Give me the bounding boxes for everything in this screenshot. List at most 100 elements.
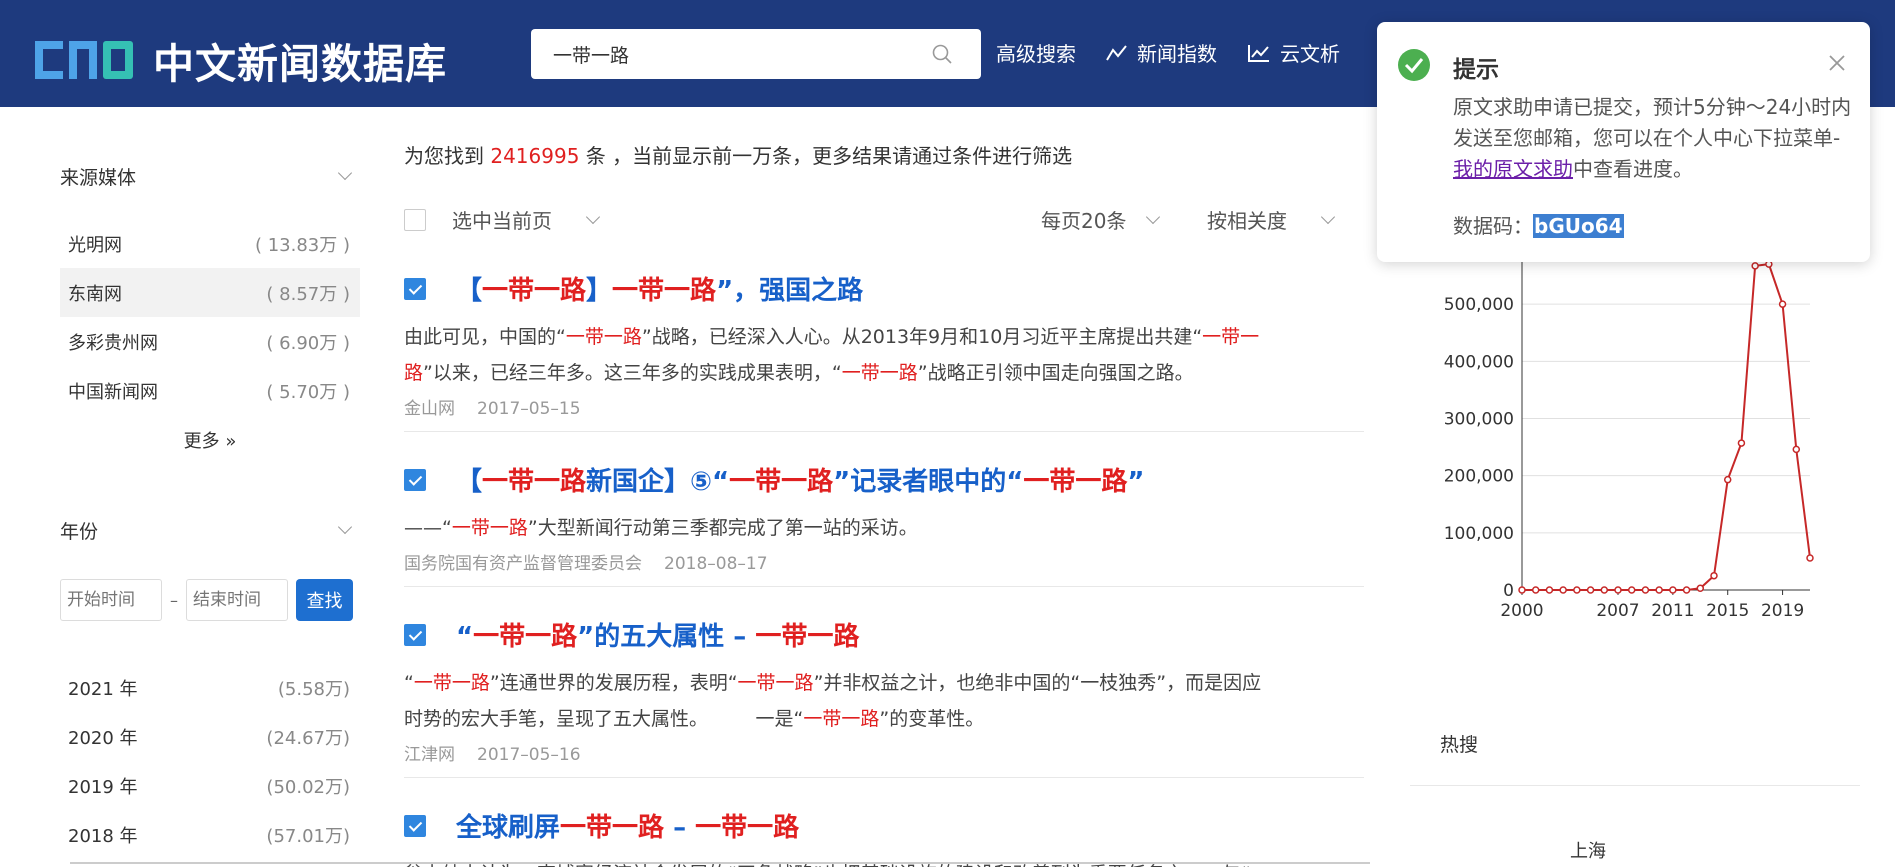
data-point [1614, 586, 1622, 594]
source-item[interactable]: 光明网 ( 13.83万 ) [60, 219, 360, 268]
x-tick-label: 2007 [1596, 601, 1639, 621]
source-name: 东南网 [68, 283, 122, 305]
data-point [1737, 439, 1746, 447]
text-segment: ”的变革性。 [879, 708, 985, 730]
toast-title: 提示 [1453, 57, 1499, 83]
trend-line-icon [1106, 44, 1127, 61]
keyword-highlight: 一带一路 [560, 813, 665, 843]
start-date-input[interactable] [60, 579, 162, 621]
logo[interactable]: 中文新闻数据库 [33, 30, 447, 90]
keyword-highlight: 路 [404, 362, 424, 384]
nav-label: 新闻指数 [1137, 42, 1217, 66]
found-prefix: 为您找到 [404, 144, 484, 168]
per-page-select[interactable]: 每页20条 [1041, 205, 1161, 234]
keyword-highlight: 一带一路 [473, 622, 578, 652]
chevron-down-icon [337, 165, 353, 181]
result-title-text[interactable]: 【一带一路新国企】⑤“一带一路”记录者眼中的“一带一路” [456, 461, 1144, 498]
close-icon[interactable] [1828, 54, 1846, 72]
result-item: 【一带一路新国企】⑤“一带一路”记录者眼中的“一带一路” ——“一带一路”大型新… [404, 461, 1364, 574]
chevron-down-icon[interactable] [585, 209, 601, 224]
source-item[interactable]: 东南网 ( 8.57万 ) [60, 268, 360, 317]
year-item[interactable]: 2021 年 (5.58万) [60, 663, 360, 712]
keyword-highlight: 一带一路 [803, 708, 880, 730]
snippet-line: 路”以来，已经三年多。这三年多的实践成果表明，“一带一路”战略正引领中国走向强国… [404, 355, 1364, 391]
year-item[interactable]: 2020 年 (24.67万) [60, 712, 360, 761]
year-list: 2021 年 (5.58万) 2020 年 (24.67万) 2019 年 (50.0… [60, 663, 360, 859]
divider [1410, 785, 1860, 786]
data-point [1751, 262, 1759, 270]
x-tick-label: 2000 [1500, 601, 1543, 621]
data-point [1723, 475, 1732, 484]
nav-label: 云文析 [1280, 42, 1340, 66]
chevron-down-icon [1320, 209, 1336, 224]
year-item[interactable]: 2018 年 (57.01万) [60, 810, 360, 859]
result-title-text[interactable]: 全球刷屏一带一路 – 一带一路 [456, 807, 799, 844]
result-checkbox[interactable] [404, 277, 426, 300]
data-code[interactable]: bGUo64 [1533, 214, 1624, 238]
nav-news-index[interactable]: 新闻指数 [1106, 38, 1217, 67]
select-page-control[interactable]: 选中当前页 [404, 205, 601, 234]
result-title[interactable]: 全球刷屏一带一路 – 一带一路 [404, 807, 1364, 844]
result-title[interactable]: 【一带一路】一带一路”，强国之路 [404, 270, 1364, 307]
y-tick-label: 0 [1503, 581, 1514, 601]
text-segment: “ [456, 622, 474, 652]
year-count: (24.67万) [266, 727, 350, 749]
found-count: 2416995 [490, 144, 580, 168]
text-segment: ” [1127, 467, 1145, 497]
search-icon[interactable] [931, 43, 953, 65]
keyword-highlight: 一带一路 [482, 467, 587, 497]
text-segment: ”的五大属性 – [577, 622, 756, 652]
nav-advanced-search[interactable]: 高级搜索 [996, 38, 1076, 67]
text-segment: ”战略正引领中国走向强国之路。 [917, 362, 1194, 384]
y-tick-label: 100,000 [1444, 524, 1514, 544]
source-count: ( 13.83万 ) [254, 234, 350, 256]
result-title-text[interactable]: 【一带一路】一带一路”，强国之路 [456, 270, 863, 307]
source-item[interactable]: 中国新闻网 ( 5.70万 ) [60, 366, 360, 415]
data-point [1641, 586, 1650, 594]
code-label: 数据码： [1453, 214, 1533, 238]
results-toolbar: 选中当前页 每页20条 按相关度 [404, 197, 1364, 237]
source-list: 光明网 ( 13.83万 ) 东南网 ( 8.57万 ) 多彩贵州网 ( 6.90万 … [60, 219, 360, 415]
chevron-down-icon [337, 519, 353, 535]
notification-toast: 提示 原文求助申请已提交，预计5分钟～24小时内发送至您邮箱，您可以在个人中心下… [1377, 22, 1870, 262]
source-name: 中国新闻网 [68, 381, 158, 403]
result-checkbox[interactable] [404, 468, 426, 491]
keyword-highlight: 一带一路 [729, 467, 834, 497]
trend-chart: 0100,000200,000300,000400,000500,000600,… [1444, 247, 1814, 621]
text-segment: 时势的宏大手笔，呈现了五大属性。 一是“ [404, 708, 804, 730]
nav-cloud-analysis[interactable]: 云文析 [1247, 38, 1340, 67]
end-date-input[interactable] [186, 579, 288, 621]
result-title[interactable]: 【一带一路新国企】⑤“一带一路”记录者眼中的“一带一路” [404, 461, 1364, 498]
result-title-text[interactable]: “一带一路”的五大属性 – 一带一路 [456, 616, 859, 653]
result-title[interactable]: “一带一路”的五大属性 – 一带一路 [404, 616, 1364, 653]
source-name: 光明网 [68, 234, 122, 256]
keyword-highlight: 一带一路 [451, 517, 528, 539]
snippet-line: ——“一带一路”大型新闻行动第三季都完成了第一站的采访。 [404, 510, 1364, 546]
result-source: 国务院国有资产监督管理委员会 [404, 554, 642, 574]
year-name: 2020 年 [68, 727, 138, 749]
text-segment: 由此可见，中国的“ [404, 326, 566, 348]
result-checkbox[interactable] [404, 814, 426, 837]
logo-text: 中文新闻数据库 [153, 40, 447, 88]
result-item: 全球刷屏一带一路 – 一带一路 翁卡纳卡认为，柬埔寨经济社会发展的“四角战略”也… [404, 807, 1364, 867]
hot-search-item[interactable]: 上海 [1570, 837, 1606, 863]
data-point [1627, 586, 1636, 594]
source-count: ( 5.70万 ) [266, 381, 350, 403]
data-point [1682, 586, 1691, 594]
result-item: 【一带一路】一带一路”，强国之路 由此可见，中国的“一带一路”战略，已经深入人心… [404, 270, 1364, 419]
search-input[interactable] [531, 29, 911, 79]
data-point [1710, 571, 1718, 580]
chart-line-icon [1248, 44, 1269, 62]
more-sources-button[interactable]: 更多 » [60, 427, 360, 453]
select-page-checkbox[interactable] [404, 208, 426, 231]
result-checkbox[interactable] [404, 623, 426, 646]
source-item[interactable]: 多彩贵州网 ( 6.90万 ) [60, 317, 360, 366]
source-filter-header[interactable]: 来源媒体 [60, 159, 360, 193]
found-suffix: 条 ，当前显示前一万条，更多结果请通过条件进行筛选 [585, 144, 1073, 168]
year-filter-header[interactable]: 年份 [60, 513, 360, 547]
find-button[interactable]: 查找 [296, 579, 353, 621]
my-request-link[interactable]: 我的原文求助 [1453, 157, 1573, 181]
logo-icon [35, 41, 133, 79]
sort-select[interactable]: 按相关度 [1207, 205, 1336, 234]
year-item[interactable]: 2019 年 (50.02万) [60, 761, 360, 810]
